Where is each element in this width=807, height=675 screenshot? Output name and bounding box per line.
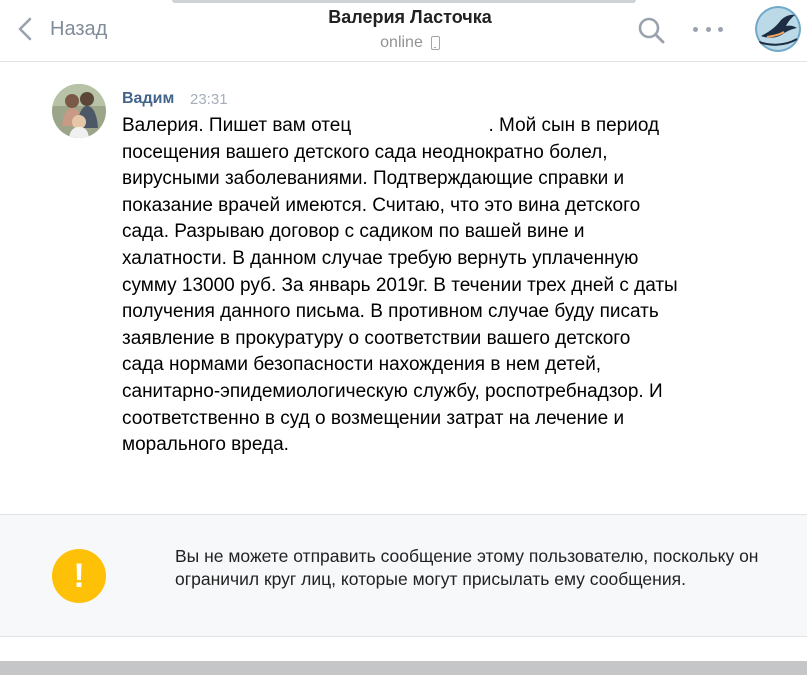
more-dot (718, 26, 723, 32)
author-avatar[interactable] (52, 84, 106, 138)
message-text: Валерия. Пишет вам отец . Мой сын в пери… (122, 115, 678, 456)
warning-icon: ! (52, 549, 106, 603)
phone-icon (430, 36, 440, 50)
notice-text: Вы не можете отправить сообщение этому п… (175, 546, 759, 589)
more-dots-icon (693, 26, 698, 32)
back-label: Назад (50, 17, 108, 40)
online-status: online (200, 34, 620, 52)
peer-avatar[interactable] (755, 6, 801, 52)
message-author[interactable]: Вадим (122, 90, 174, 108)
message-time: 23:31 (190, 91, 228, 108)
write-restriction-notice: ! Вы не можете отправить сообщение этому… (0, 514, 807, 637)
bottom-bar (0, 661, 807, 675)
chat-header: Назад Валерия Ласточка online (0, 0, 807, 62)
warning-glyph: ! (73, 557, 85, 595)
header-top-line (172, 0, 636, 3)
chevron-left-icon (18, 17, 32, 41)
more-dot (705, 26, 711, 32)
chat-title[interactable]: Валерия Ласточка (200, 7, 620, 28)
more-button[interactable] (690, 20, 726, 38)
search-icon (638, 17, 665, 44)
search-button[interactable] (636, 15, 666, 45)
swallow-avatar-image (755, 6, 801, 52)
family-photo-image (52, 84, 106, 138)
back-button[interactable]: Назад (14, 12, 107, 46)
status-text: online (380, 34, 423, 51)
